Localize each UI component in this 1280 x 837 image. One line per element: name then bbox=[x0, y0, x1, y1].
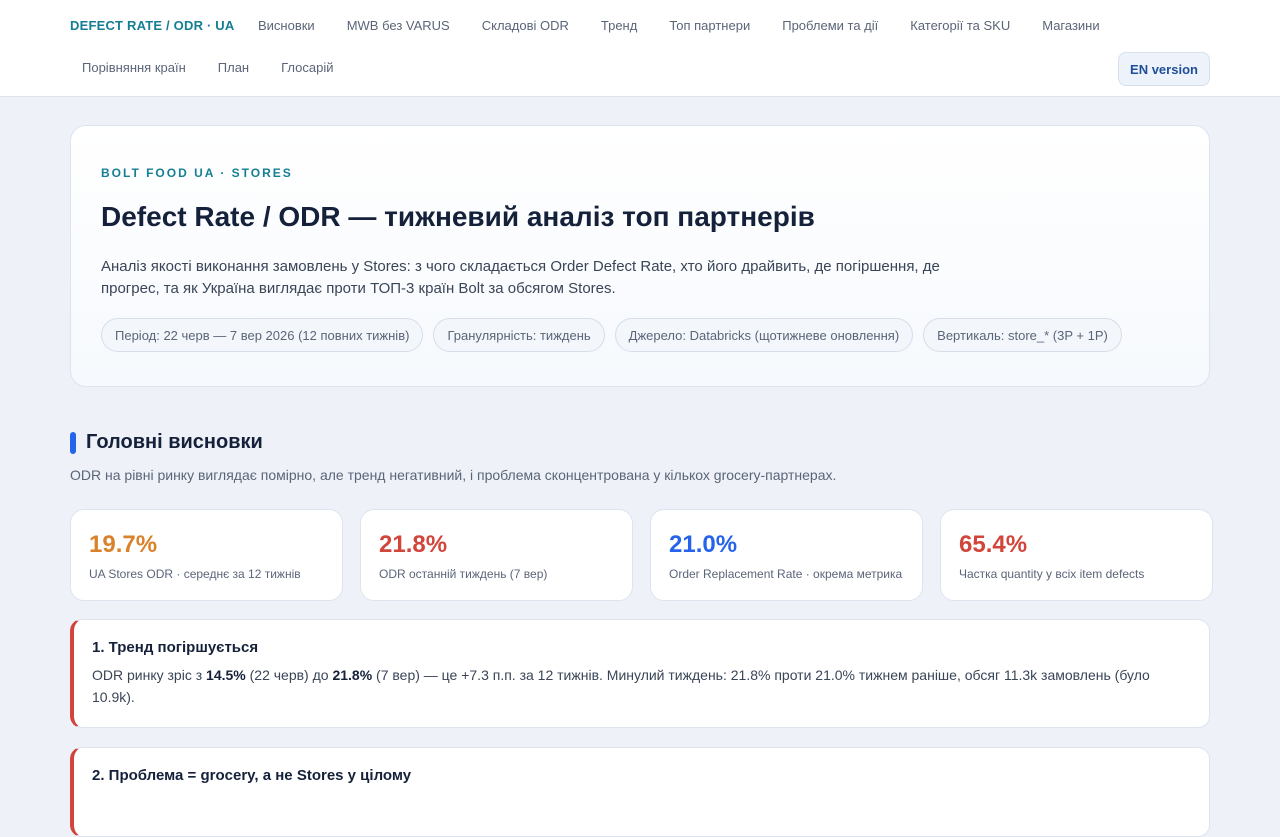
finding-highlight-start: 14.5% bbox=[206, 667, 246, 683]
nav-link-stores[interactable]: Магазини bbox=[1026, 18, 1115, 33]
top-navigation: DEFECT RATE / ODR · UA Висновки MWB без … bbox=[0, 0, 1280, 97]
finding-text-part: (22 черв) до bbox=[245, 667, 333, 683]
nav-link-mwb-without-varus[interactable]: MWB без VARUS bbox=[331, 18, 466, 33]
nav-link-trend[interactable]: Тренд bbox=[585, 18, 653, 33]
granularity-pill: Гранулярність: тиждень bbox=[433, 318, 605, 352]
period-pill: Період: 22 черв — 7 вер 2026 (12 повних … bbox=[101, 318, 424, 352]
kpi-label: ODR останній тиждень (7 вер) bbox=[379, 567, 548, 581]
vertical-pill: Вертикаль: store_* (3P + 1P) bbox=[923, 318, 1122, 352]
section-title: Головні висновки bbox=[86, 431, 263, 453]
kpi-card-quantity-share: 65.4% Частка quantity у всіх item defect… bbox=[940, 509, 1213, 601]
finding-title: 1. Тренд погіршується bbox=[92, 639, 259, 656]
nav-link-categories-sku[interactable]: Категорії та SKU bbox=[894, 18, 1026, 33]
kpi-card-replacement-rate: 21.0% Order Replacement Rate · окрема ме… bbox=[650, 509, 923, 601]
kpi-value: 19.7% bbox=[89, 531, 158, 558]
brand-link[interactable]: DEFECT RATE / ODR · UA bbox=[70, 18, 235, 33]
kpi-value: 21.8% bbox=[379, 531, 448, 558]
nav-link-odr-components[interactable]: Складові ODR bbox=[466, 18, 585, 33]
section-accent-bar bbox=[70, 431, 76, 454]
kpi-label: Частка quantity у всіх item defects bbox=[959, 567, 1145, 581]
finding-text: ODR ринку зріс з 14.5% (22 черв) до 21.8… bbox=[92, 664, 1191, 708]
finding-text-part: ODR ринку зріс з bbox=[92, 667, 207, 683]
section-header: Головні висновки bbox=[70, 431, 263, 454]
en-version-button[interactable]: EN version bbox=[1118, 52, 1210, 86]
kpi-cards: 19.7% UA Stores ODR · середнє за 12 тижн… bbox=[70, 509, 1213, 601]
kpi-value: 21.0% bbox=[669, 531, 738, 558]
finding-card-grocery: 2. Проблема = grocery, а не Stores у ціл… bbox=[70, 747, 1210, 837]
kpi-card-avg-odr: 19.7% UA Stores ODR · середнє за 12 тижн… bbox=[70, 509, 343, 601]
section-subtitle: ODR на рівні ринку виглядає помірно, але… bbox=[70, 467, 837, 483]
kpi-card-last-week-odr: 21.8% ODR останній тиждень (7 вер) bbox=[360, 509, 633, 601]
page-title: Defect Rate / ODR — тижневий аналіз топ … bbox=[101, 201, 815, 232]
nav-link-problems-actions[interactable]: Проблеми та дії bbox=[766, 18, 894, 33]
nav-link-glossary[interactable]: Глосарій bbox=[265, 60, 349, 75]
kpi-value: 65.4% bbox=[959, 531, 1028, 558]
finding-title: 2. Проблема = grocery, а не Stores у ціл… bbox=[92, 767, 412, 784]
finding-highlight-end: 21.8% bbox=[332, 667, 373, 683]
meta-pills: Період: 22 черв — 7 вер 2026 (12 повних … bbox=[101, 318, 1122, 352]
nav-link-top-partners[interactable]: Топ партнери bbox=[653, 18, 766, 33]
finding-card-trend: 1. Тренд погіршується ODR ринку зріс з 1… bbox=[70, 619, 1210, 728]
nav-links-row-2: Порівняння країн План Глосарій bbox=[66, 60, 350, 75]
kpi-label: Order Replacement Rate · окрема метрика bbox=[669, 567, 903, 581]
nav-link-country-comparison[interactable]: Порівняння країн bbox=[66, 60, 202, 75]
hero-card: BOLT FOOD UA · STORES Defect Rate / ODR … bbox=[70, 125, 1210, 387]
nav-links-row-1: Висновки MWB без VARUS Складові ODR Трен… bbox=[242, 18, 1116, 33]
hero-description: Аналіз якості виконання замовлень у Stor… bbox=[101, 258, 940, 297]
source-pill: Джерело: Databricks (щотижневе оновлення… bbox=[614, 318, 914, 352]
nav-link-conclusions[interactable]: Висновки bbox=[242, 18, 331, 33]
kpi-label: UA Stores ODR · середнє за 12 тижнів bbox=[89, 567, 301, 581]
nav-link-plan[interactable]: План bbox=[202, 60, 265, 75]
hero-eyebrow: BOLT FOOD UA · STORES bbox=[101, 166, 293, 180]
